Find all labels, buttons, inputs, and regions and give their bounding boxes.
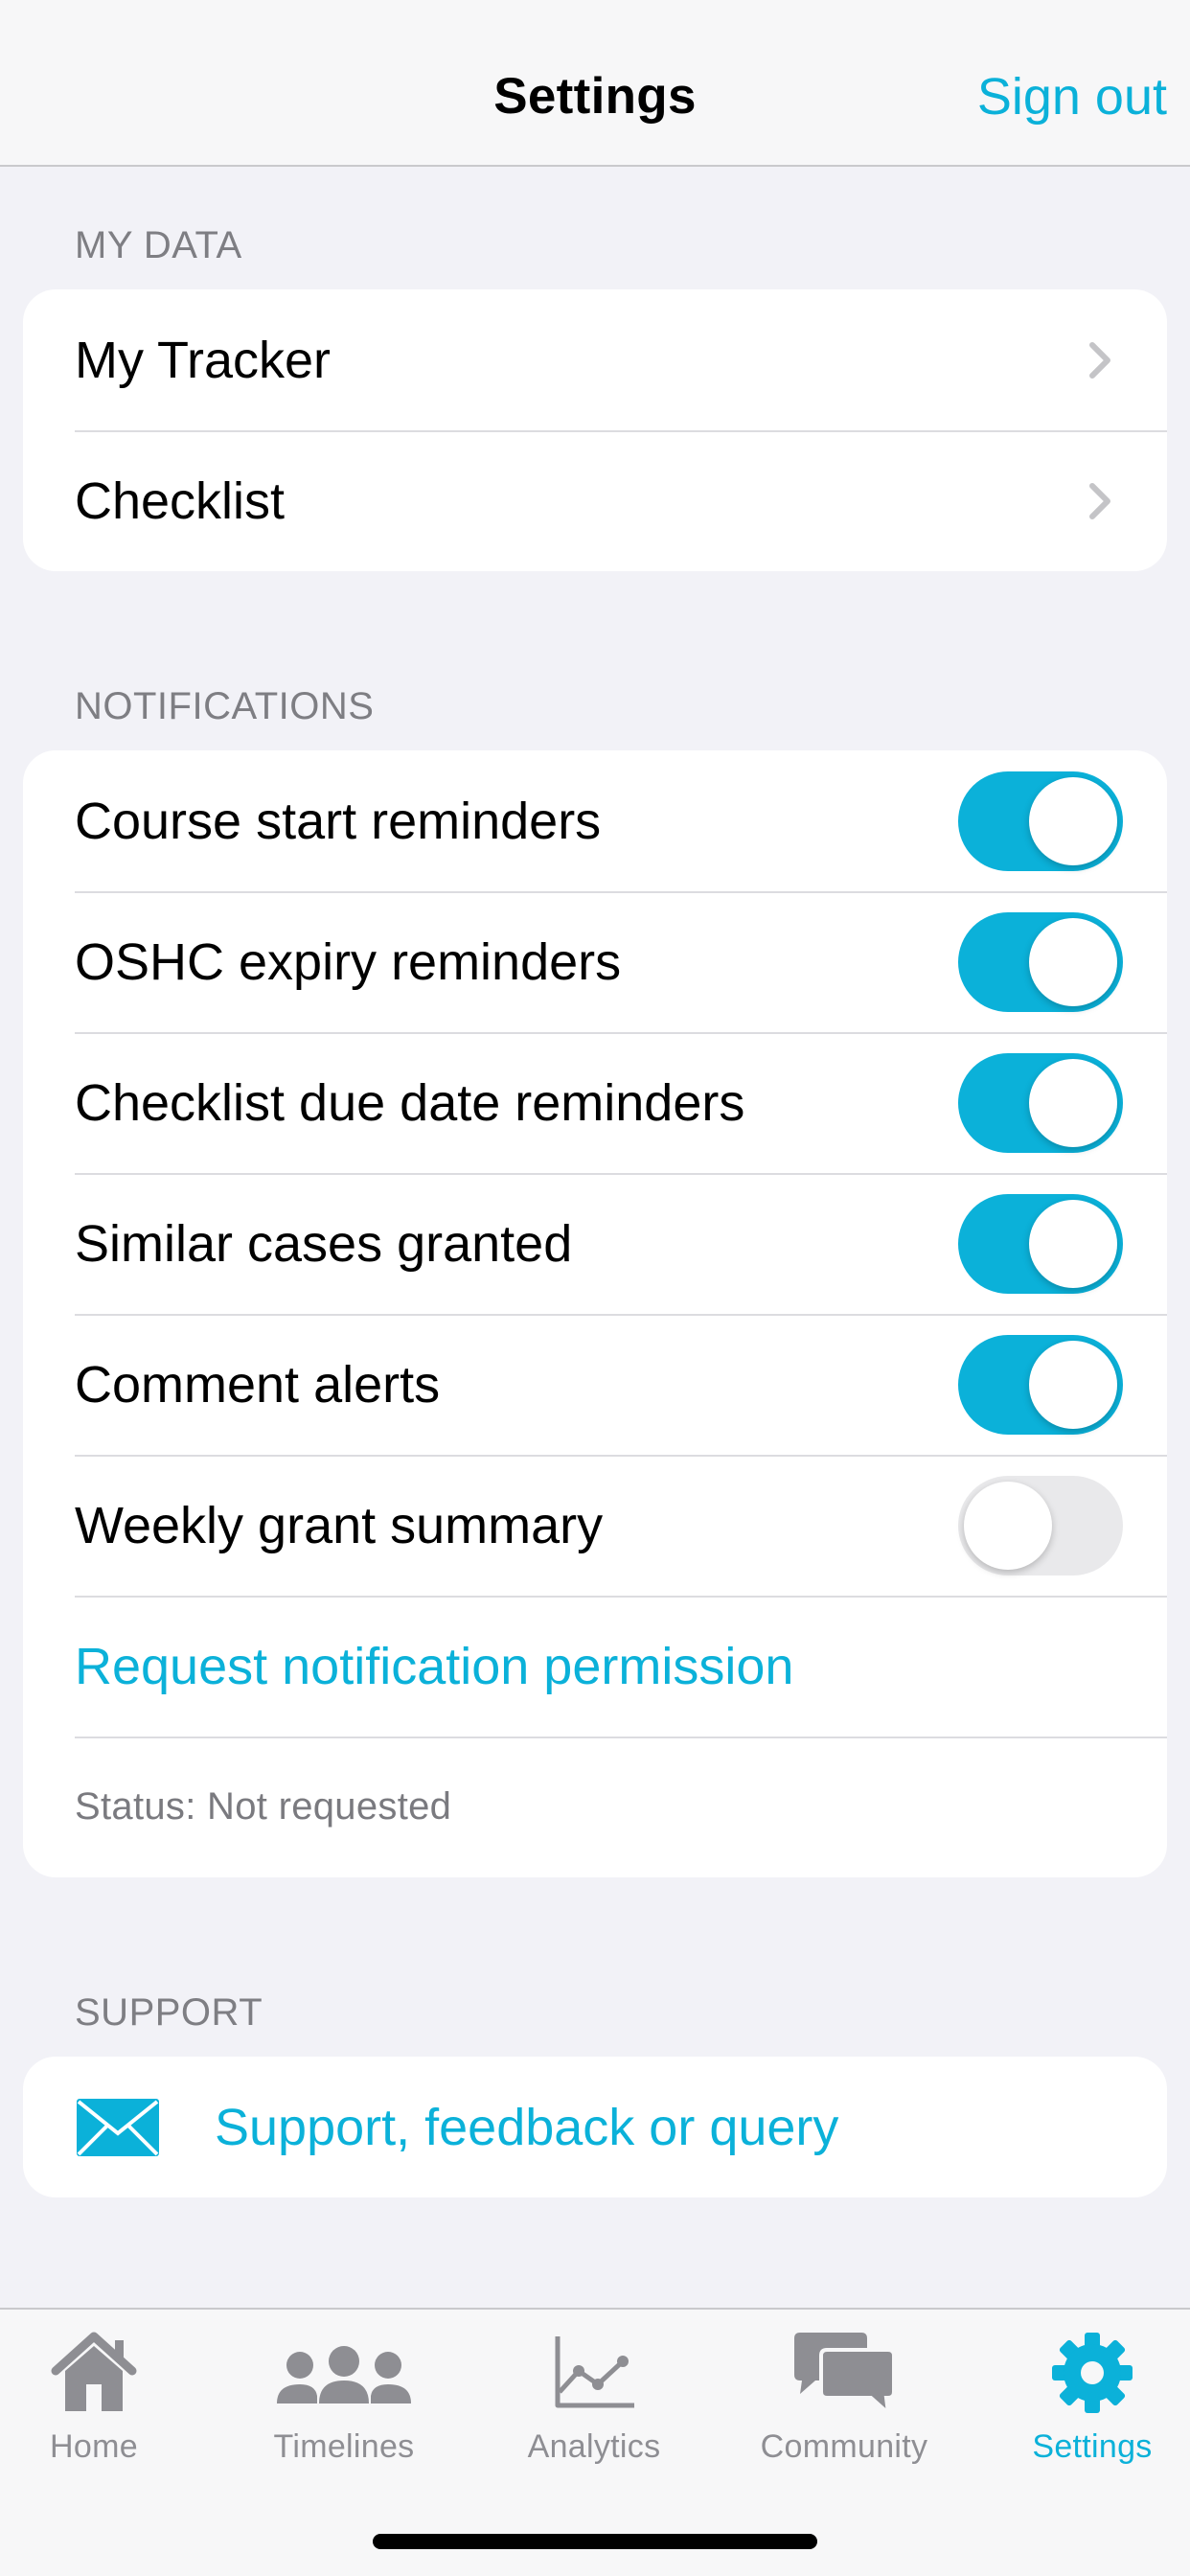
weekly-grant-summary-toggle[interactable] bbox=[958, 1475, 1123, 1576]
tab-label: Timelines bbox=[273, 2428, 415, 2465]
permission-status-text: Status: Not requested bbox=[75, 1785, 452, 1828]
my-tracker-row[interactable]: My Tracker bbox=[23, 289, 1167, 430]
sign-out-button[interactable]: Sign out bbox=[977, 67, 1167, 126]
request-permission-row[interactable]: Request notification permission bbox=[23, 1596, 1167, 1736]
toggle-label: Checklist due date reminders bbox=[75, 1073, 745, 1132]
envelope-icon bbox=[77, 2098, 159, 2156]
tab-settings[interactable]: Settings bbox=[973, 2329, 1190, 2472]
toggle-label: Comment alerts bbox=[75, 1355, 441, 1414]
toggle-knob bbox=[1029, 1199, 1117, 1288]
my-tracker-label: My Tracker bbox=[75, 331, 332, 389]
similar-cases-granted-toggle[interactable] bbox=[958, 1193, 1123, 1294]
tab-label: Home bbox=[50, 2428, 138, 2465]
toggle-label: OSHC expiry reminders bbox=[75, 932, 622, 991]
tab-community[interactable]: Community bbox=[725, 2329, 963, 2472]
tab-timelines[interactable]: Timelines bbox=[225, 2329, 463, 2472]
tab-home[interactable]: Home bbox=[0, 2329, 213, 2472]
toggle-row: Comment alerts bbox=[23, 1314, 1167, 1455]
toggle-label: Similar cases granted bbox=[75, 1214, 573, 1273]
chevron-right-icon bbox=[1089, 482, 1110, 519]
toggle-row: Course start reminders bbox=[23, 750, 1167, 891]
chevron-right-icon bbox=[1089, 341, 1110, 379]
people-icon bbox=[277, 2346, 411, 2404]
support-group: Support, feedback or query bbox=[23, 2057, 1167, 2197]
gear-icon bbox=[1052, 2333, 1133, 2413]
toggle-label: Weekly grant summary bbox=[75, 1496, 604, 1554]
tab-label: Analytics bbox=[527, 2428, 661, 2465]
course-start-reminders-toggle[interactable] bbox=[958, 770, 1123, 871]
toggle-knob bbox=[964, 1481, 1052, 1570]
navigation-bar: Settings Sign out bbox=[0, 0, 1190, 167]
home-icon bbox=[51, 2332, 137, 2411]
section-header-my-data: MY DATA bbox=[75, 224, 242, 266]
tab-label: Settings bbox=[1032, 2428, 1153, 2465]
toggle-row: Weekly grant summary bbox=[23, 1455, 1167, 1596]
request-notification-permission-link[interactable]: Request notification permission bbox=[75, 1637, 793, 1696]
toggle-knob bbox=[1029, 1058, 1117, 1147]
toggle-knob bbox=[1029, 1340, 1117, 1429]
tab-label: Community bbox=[760, 2428, 928, 2465]
chat-bubbles-icon bbox=[794, 2333, 896, 2417]
support-row[interactable]: Support, feedback or query bbox=[23, 2057, 1167, 2197]
permission-status-row: Status: Not requested bbox=[23, 1736, 1167, 1877]
oshc-expiry-reminders-toggle[interactable] bbox=[958, 911, 1123, 1012]
my-data-group: My Tracker Checklist bbox=[23, 289, 1167, 571]
toggle-label: Course start reminders bbox=[75, 792, 602, 850]
line-chart-icon bbox=[555, 2336, 634, 2408]
toggle-row: OSHC expiry reminders bbox=[23, 891, 1167, 1032]
support-feedback-link: Support, feedback or query bbox=[215, 2098, 839, 2156]
section-header-notifications: NOTIFICATIONS bbox=[75, 685, 375, 727]
notifications-group: Course start reminders OSHC expiry remin… bbox=[23, 750, 1167, 1877]
toggle-knob bbox=[1029, 776, 1117, 865]
toggle-knob bbox=[1029, 917, 1117, 1006]
home-indicator[interactable] bbox=[373, 2534, 817, 2549]
tab-bar: Home Timelines Analytics Community Setti… bbox=[0, 2308, 1190, 2576]
tab-analytics[interactable]: Analytics bbox=[475, 2329, 713, 2472]
checklist-label: Checklist bbox=[75, 472, 286, 530]
section-header-support: SUPPORT bbox=[75, 1991, 263, 2034]
comment-alerts-toggle[interactable] bbox=[958, 1334, 1123, 1435]
checklist-row[interactable]: Checklist bbox=[23, 430, 1167, 571]
toggle-row: Similar cases granted bbox=[23, 1173, 1167, 1314]
toggle-row: Checklist due date reminders bbox=[23, 1032, 1167, 1173]
checklist-due-date-reminders-toggle[interactable] bbox=[958, 1052, 1123, 1153]
